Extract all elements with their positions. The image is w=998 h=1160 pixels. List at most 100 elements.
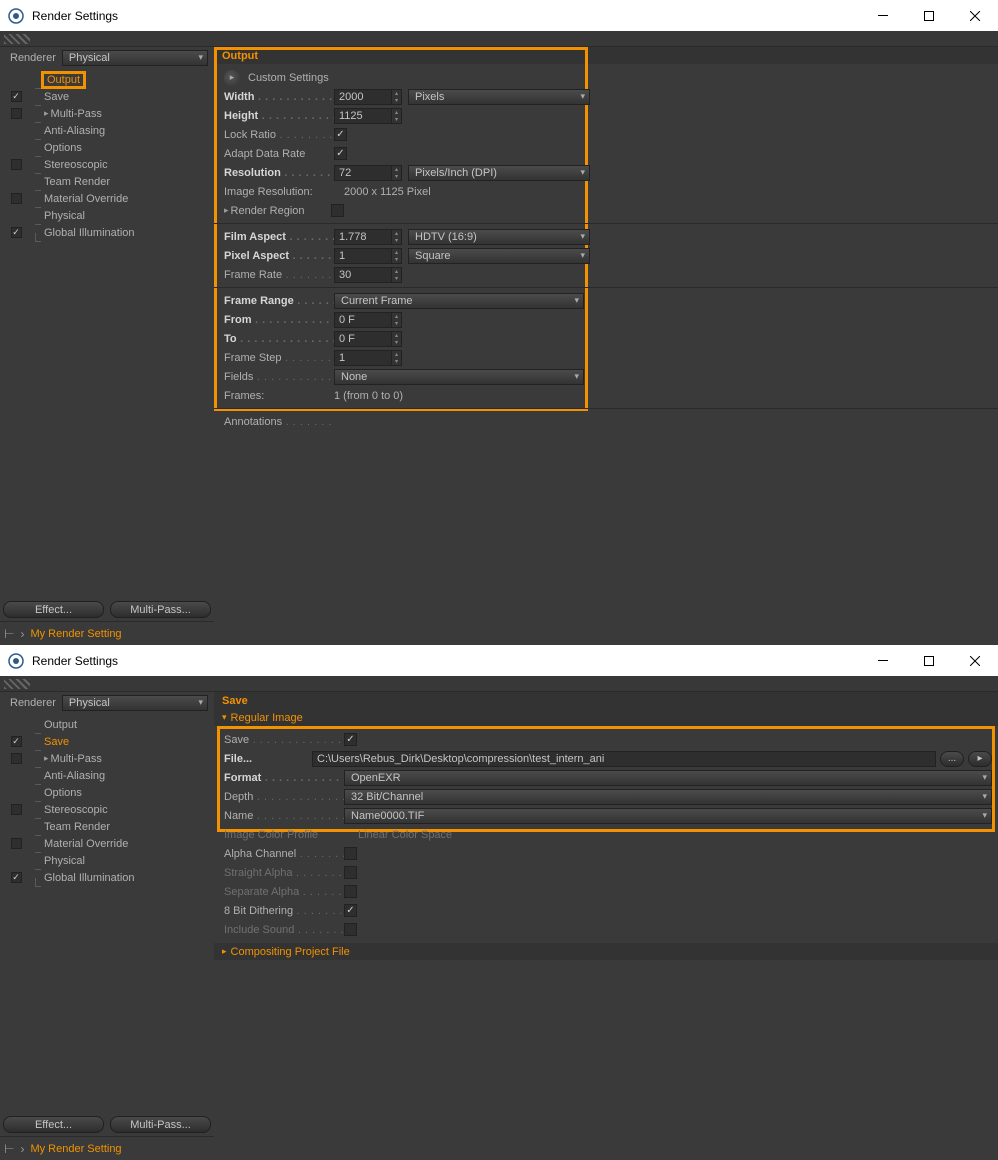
tree-checkbox[interactable] [6,193,26,204]
resolution-units-dropdown[interactable]: Pixels/Inch (DPI) [408,165,590,181]
tree-item-material-override[interactable]: Material Override [0,190,214,207]
expand-icon[interactable]: ▸ [44,108,49,119]
height-spinner[interactable]: ▴▾ [392,108,402,124]
tree-checkbox[interactable] [6,753,26,764]
alpha-checkbox[interactable] [344,847,357,860]
framerange-dropdown[interactable]: Current Frame [334,293,584,309]
tree-item-team-render[interactable]: Team Render [0,173,214,190]
titlebar[interactable]: Render Settings [0,0,998,31]
width-input[interactable] [334,89,392,105]
tree-label: Physical [44,855,85,867]
annotations-label: Annotations [224,416,334,428]
width-units-dropdown[interactable]: Pixels [408,89,590,105]
regular-image-section[interactable]: ▾ Regular Image [214,709,998,726]
maximize-button[interactable] [906,645,952,676]
from-input[interactable] [334,312,392,328]
tree-item-output[interactable]: Output [0,71,214,88]
filmaspect-spinner[interactable]: ▴▾ [392,229,402,245]
app-icon [8,653,24,669]
depth-dropdown[interactable]: 32 Bit/Channel [344,789,992,805]
tree-item-multi-pass[interactable]: ▸Multi-Pass [0,750,214,767]
tree-checkbox[interactable] [6,91,26,102]
tree-checkbox[interactable] [6,227,26,238]
tree-checkbox[interactable] [6,838,26,849]
tree-item-options[interactable]: Options [0,139,214,156]
renderer-row: Renderer Physical [0,692,214,714]
framestep-label: Frame Step [224,352,334,364]
tree-label: Team Render [44,176,110,188]
close-button[interactable] [952,645,998,676]
framerate-input[interactable] [334,267,392,283]
titlebar[interactable]: Render Settings [0,645,998,676]
maximize-button[interactable] [906,0,952,31]
tree-item-save[interactable]: Save [0,88,214,105]
frames-value: 1 (from 0 to 0) [334,390,403,402]
to-input[interactable] [334,331,392,347]
pixelaspect-label: Pixel Aspect [224,250,334,262]
tree-item-physical[interactable]: Physical [0,207,214,224]
framerate-spinner[interactable]: ▴▾ [392,267,402,283]
tree-item-output[interactable]: Output [0,716,214,733]
renderregion-checkbox[interactable] [331,204,344,217]
height-input[interactable] [334,108,392,124]
filmaspect-dropdown[interactable]: HDTV (16:9) [408,229,590,245]
tree-item-global-illumination[interactable]: Global Illumination [0,869,214,886]
content-panel: Save ▾ Regular Image Save File... ... ▸ [214,692,998,1160]
tree-label: Stereoscopic [44,159,108,171]
preset-footer[interactable]: ⊢ › My Render Setting [0,621,214,645]
effect-button[interactable]: Effect... [3,601,104,618]
pixelaspect-input[interactable] [334,248,392,264]
tree-item-multi-pass[interactable]: ▸Multi-Pass [0,105,214,122]
effect-button[interactable]: Effect... [3,1116,104,1133]
resolution-spinner[interactable]: ▴▾ [392,165,402,181]
renderer-dropdown[interactable]: Physical [62,50,208,66]
tree-item-options[interactable]: Options [0,784,214,801]
preset-footer[interactable]: ⊢ › My Render Setting [0,1136,214,1160]
width-spinner[interactable]: ▴▾ [392,89,402,105]
from-spinner[interactable]: ▴▾ [392,312,402,328]
renderer-row: Renderer Physical [0,47,214,69]
framestep-input[interactable] [334,350,392,366]
tree-item-stereoscopic[interactable]: Stereoscopic [0,156,214,173]
renderer-dropdown[interactable]: Physical [62,695,208,711]
tree-checkbox[interactable] [6,108,26,119]
adapt-checkbox[interactable] [334,147,347,160]
pixelaspect-dropdown[interactable]: Square [408,248,590,264]
tree-checkbox[interactable] [6,872,26,883]
save-checkbox[interactable] [344,733,357,746]
preset-arrow-icon[interactable]: ▸ [224,70,240,86]
name-dropdown[interactable]: Name0000.TIF [344,808,992,824]
expand-icon[interactable]: ▸ [44,753,49,764]
tree-item-team-render[interactable]: Team Render [0,818,214,835]
pixelaspect-spinner[interactable]: ▴▾ [392,248,402,264]
tree-item-physical[interactable]: Physical [0,852,214,869]
fields-dropdown[interactable]: None [334,369,584,385]
tree-item-stereoscopic[interactable]: Stereoscopic [0,801,214,818]
framestep-spinner[interactable]: ▴▾ [392,350,402,366]
format-dropdown[interactable]: OpenEXR [344,770,992,786]
tree-item-material-override[interactable]: Material Override [0,835,214,852]
minimize-button[interactable] [860,0,906,31]
resolution-label: Resolution [224,167,334,179]
resolution-input[interactable] [334,165,392,181]
tree-item-global-illumination[interactable]: Global Illumination [0,224,214,241]
file-path-input[interactable] [312,751,936,767]
tree-item-anti-aliasing[interactable]: Anti-Aliasing [0,767,214,784]
dither-checkbox[interactable] [344,904,357,917]
file-browse-button[interactable]: ... [940,751,964,767]
tree-checkbox[interactable] [6,736,26,747]
multipass-button[interactable]: Multi-Pass... [110,601,211,618]
multipass-button[interactable]: Multi-Pass... [110,1116,211,1133]
tree-checkbox[interactable] [6,804,26,815]
filmaspect-input[interactable] [334,229,392,245]
to-spinner[interactable]: ▴▾ [392,331,402,347]
lockratio-checkbox[interactable] [334,128,347,141]
minimize-button[interactable] [860,645,906,676]
tree-item-anti-aliasing[interactable]: Anti-Aliasing [0,122,214,139]
tree-checkbox[interactable] [6,159,26,170]
renderregion-expand-icon[interactable]: ▸ [224,205,229,216]
compositing-section[interactable]: ▸ Compositing Project File [214,943,998,960]
tree-item-save[interactable]: Save [0,733,214,750]
close-button[interactable] [952,0,998,31]
file-open-button[interactable]: ▸ [968,751,992,767]
